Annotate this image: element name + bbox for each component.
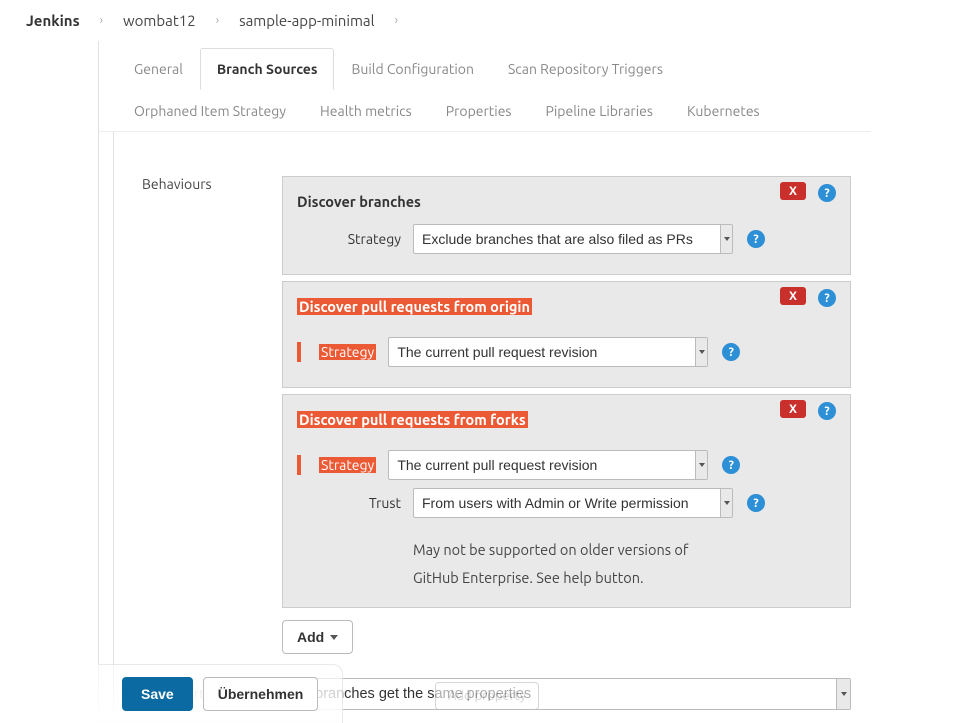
strategy-select[interactable]: The current pull request revision: [388, 450, 708, 480]
help-icon[interactable]: ?: [722, 456, 740, 474]
help-icon[interactable]: ?: [722, 343, 740, 361]
delete-behaviour-button[interactable]: X: [780, 400, 806, 418]
config-content: Behaviours X ? Discover branches Strateg…: [99, 132, 871, 710]
chevron-right-icon: ›: [202, 14, 233, 27]
trust-select[interactable]: From users with Admin or Write permissio…: [413, 488, 733, 518]
chevron-right-icon: ›: [381, 14, 412, 27]
breadcrumb: Jenkins › wombat12 › sample-app-minimal …: [0, 0, 969, 41]
apply-button[interactable]: Übernehmen: [203, 677, 319, 711]
change-marker-icon: [297, 342, 301, 362]
add-behaviour-button[interactable]: Add: [282, 620, 353, 654]
tab-kubernetes[interactable]: Kubernetes: [670, 90, 777, 132]
tab-build-configuration[interactable]: Build Configuration: [334, 48, 490, 90]
strategy-select[interactable]: Exclude branches that are also filed as …: [413, 224, 733, 254]
tab-pipeline-libraries[interactable]: Pipeline Libraries: [529, 90, 670, 132]
tab-general[interactable]: General: [117, 48, 200, 90]
behaviour-discover-pr-forks: X ? Discover pull requests from forks St…: [282, 394, 851, 608]
trust-label: Trust: [319, 495, 401, 511]
behaviours-section-label: Behaviours: [124, 176, 282, 654]
strategy-label: Strategy: [319, 231, 401, 247]
save-button[interactable]: Save: [122, 677, 193, 711]
add-button-label: Add: [297, 629, 324, 645]
strategy-select[interactable]: The current pull request revision: [388, 337, 708, 367]
behaviour-title: Discover branches: [297, 193, 836, 210]
chevron-right-icon: ›: [86, 14, 117, 27]
behaviour-discover-branches: X ? Discover branches Strategy Exclude b…: [282, 176, 851, 275]
tab-health-metrics[interactable]: Health metrics: [303, 90, 429, 132]
tab-scan-repository-triggers[interactable]: Scan Repository Triggers: [491, 48, 680, 90]
trust-note: May not be supported on older versions o…: [413, 536, 733, 591]
config-tabs: General Branch Sources Build Configurati…: [99, 41, 871, 132]
delete-behaviour-button[interactable]: X: [780, 287, 806, 305]
breadcrumb-item-project[interactable]: sample-app-minimal: [237, 12, 377, 29]
tab-orphaned-item-strategy[interactable]: Orphaned Item Strategy: [117, 90, 303, 132]
strategy-label: Strategy: [319, 344, 376, 360]
behaviour-discover-pr-origin: X ? Discover pull requests from origin S…: [282, 281, 851, 388]
help-icon[interactable]: ?: [747, 230, 765, 248]
behaviour-title: Discover pull requests from origin: [297, 298, 532, 315]
page-body: General Branch Sources Build Configurati…: [98, 41, 871, 710]
breadcrumb-item-folder[interactable]: wombat12: [121, 12, 198, 29]
change-marker-icon: [297, 455, 301, 475]
help-icon[interactable]: ?: [818, 402, 836, 420]
sticky-footer: Save Übernehmen: [98, 664, 343, 723]
help-icon[interactable]: ?: [818, 289, 836, 307]
help-icon[interactable]: ?: [747, 494, 765, 512]
tab-branch-sources[interactable]: Branch Sources: [200, 48, 335, 90]
breadcrumb-item-jenkins[interactable]: Jenkins: [24, 12, 82, 29]
strategy-label: Strategy: [319, 457, 376, 473]
delete-behaviour-button[interactable]: X: [780, 182, 806, 200]
property-strategy-select[interactable]: All branches get the same properties: [284, 678, 851, 710]
add-property-button[interactable]: Add property: [435, 682, 539, 710]
caret-down-icon: [330, 635, 338, 640]
behaviour-title: Discover pull requests from forks: [297, 411, 528, 428]
help-icon[interactable]: ?: [818, 184, 836, 202]
tab-properties[interactable]: Properties: [429, 90, 529, 132]
